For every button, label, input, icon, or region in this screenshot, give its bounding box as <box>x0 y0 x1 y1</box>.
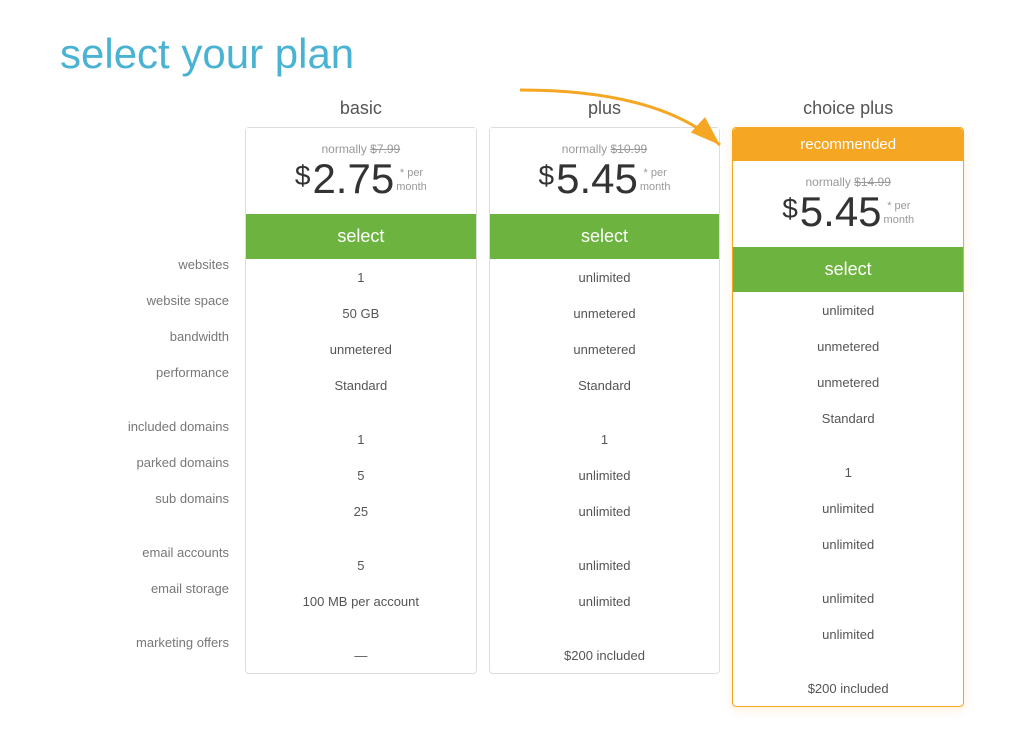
plan-choice-plus-card: recommended normally $14.99 $ 5.45 * per… <box>732 127 964 707</box>
plan-basic-select-button[interactable]: select <box>246 214 476 259</box>
plus-included-domains: 1 <box>490 421 720 457</box>
label-website-space: website space <box>60 282 245 318</box>
arrow-container <box>480 80 780 160</box>
choice-plus-sub-domains: unlimited <box>733 526 963 562</box>
plus-website-space: unmetered <box>490 295 720 331</box>
plan-choice-plus-name: choice plus <box>803 98 893 119</box>
label-email-storage: email storage <box>60 570 245 606</box>
plus-marketing-offers: $200 included <box>490 637 720 673</box>
basic-bandwidth: unmetered <box>246 331 476 367</box>
label-spacer-3 <box>60 606 245 624</box>
plan-choice-plus-original-price: $14.99 <box>854 175 891 189</box>
plan-plus-price-row: $ 5.45 * permonth <box>506 158 704 200</box>
plus-email-storage: unlimited <box>490 583 720 619</box>
page-container: select your plan websites website space … <box>0 0 1024 737</box>
choice-plus-parked-domains: unlimited <box>733 490 963 526</box>
choice-plus-email-storage: unlimited <box>733 616 963 652</box>
plan-basic-name: basic <box>340 98 382 119</box>
basic-website-space: 50 GB <box>246 295 476 331</box>
choice-plus-spacer-2 <box>733 562 963 580</box>
recommendation-arrow <box>480 80 780 160</box>
label-sub-domains: sub domains <box>60 480 245 516</box>
basic-spacer-3 <box>246 619 476 637</box>
plan-plus-dollar: $ <box>539 162 555 190</box>
plus-spacer-3 <box>490 619 720 637</box>
choice-plus-spacer-1 <box>733 436 963 454</box>
plan-basic-header: normally $7.99 $ 2.75 * permonth <box>246 128 476 208</box>
basic-email-storage: 100 MB per account <box>246 583 476 619</box>
plan-plus-suffix: * permonth <box>640 166 671 195</box>
choice-plus-email-accounts: unlimited <box>733 580 963 616</box>
plus-bandwidth: unmetered <box>490 331 720 367</box>
plan-choice-plus-features: unlimited unmetered unmetered Standard 1… <box>733 292 963 706</box>
choice-plus-bandwidth: unmetered <box>733 364 963 400</box>
plan-choice-plus-amount: 5.45 <box>800 191 882 233</box>
plan-choice-plus-normally: normally $14.99 <box>749 175 947 189</box>
choice-plus-spacer-3 <box>733 652 963 670</box>
plus-performance: Standard <box>490 367 720 403</box>
label-marketing-offers: marketing offers <box>60 624 245 660</box>
choice-plus-performance: Standard <box>733 400 963 436</box>
plan-basic-price-row: $ 2.75 * permonth <box>262 158 460 200</box>
plan-plus: plus normally $10.99 $ 5.45 * permonth <box>489 98 721 707</box>
plus-spacer-1 <box>490 403 720 421</box>
choice-plus-website-space: unmetered <box>733 328 963 364</box>
feature-labels-column: websites website space bandwidth perform… <box>60 98 245 660</box>
plan-plus-amount: 5.45 <box>556 158 638 200</box>
label-websites: websites <box>60 246 245 282</box>
plan-choice-plus-select-button[interactable]: select <box>733 247 963 292</box>
label-included-domains: included domains <box>60 408 245 444</box>
plan-choice-plus-header: normally $14.99 $ 5.45 * permonth <box>733 161 963 241</box>
label-bandwidth: bandwidth <box>60 318 245 354</box>
basic-parked-domains: 5 <box>246 457 476 493</box>
plus-spacer-2 <box>490 529 720 547</box>
basic-websites: 1 <box>246 259 476 295</box>
plan-basic-suffix: * permonth <box>396 166 427 195</box>
plus-parked-domains: unlimited <box>490 457 720 493</box>
plans-wrapper: websites website space bandwidth perform… <box>60 98 964 707</box>
label-email-accounts: email accounts <box>60 534 245 570</box>
plan-basic-amount: 2.75 <box>312 158 394 200</box>
plan-plus-card: normally $10.99 $ 5.45 * permonth select… <box>489 127 721 674</box>
plan-basic: basic normally $7.99 $ 2.75 * permonth <box>245 98 477 707</box>
choice-plus-websites: unlimited <box>733 292 963 328</box>
basic-sub-domains: 25 <box>246 493 476 529</box>
basic-spacer-1 <box>246 403 476 421</box>
plan-choice-plus: choice plus recommended normally $14.99 … <box>732 98 964 707</box>
plus-sub-domains: unlimited <box>490 493 720 529</box>
basic-spacer-2 <box>246 529 476 547</box>
basic-performance: Standard <box>246 367 476 403</box>
basic-email-accounts: 5 <box>246 547 476 583</box>
label-parked-domains: parked domains <box>60 444 245 480</box>
plan-basic-card: normally $7.99 $ 2.75 * permonth select … <box>245 127 477 674</box>
plans-area: basic normally $7.99 $ 2.75 * permonth <box>245 98 964 707</box>
plan-basic-dollar: $ <box>295 162 311 190</box>
plan-plus-features: unlimited unmetered unmetered Standard 1… <box>490 259 720 673</box>
basic-included-domains: 1 <box>246 421 476 457</box>
plan-basic-normally: normally $7.99 <box>262 142 460 156</box>
plan-basic-features: 1 50 GB unmetered Standard 1 5 25 5 100 … <box>246 259 476 673</box>
plan-choice-plus-dollar: $ <box>782 195 798 223</box>
basic-marketing-offers: — <box>246 637 476 673</box>
label-performance: performance <box>60 354 245 390</box>
page-title: select your plan <box>60 30 964 78</box>
label-spacer-1 <box>60 390 245 408</box>
plan-choice-plus-price-row: $ 5.45 * permonth <box>749 191 947 233</box>
choice-plus-marketing-offers: $200 included <box>733 670 963 706</box>
label-spacer-2 <box>60 516 245 534</box>
choice-plus-included-domains: 1 <box>733 454 963 490</box>
plus-websites: unlimited <box>490 259 720 295</box>
plan-choice-plus-suffix: * permonth <box>884 199 915 228</box>
plan-basic-original-price: $7.99 <box>370 142 400 156</box>
plus-email-accounts: unlimited <box>490 547 720 583</box>
plan-plus-select-button[interactable]: select <box>490 214 720 259</box>
